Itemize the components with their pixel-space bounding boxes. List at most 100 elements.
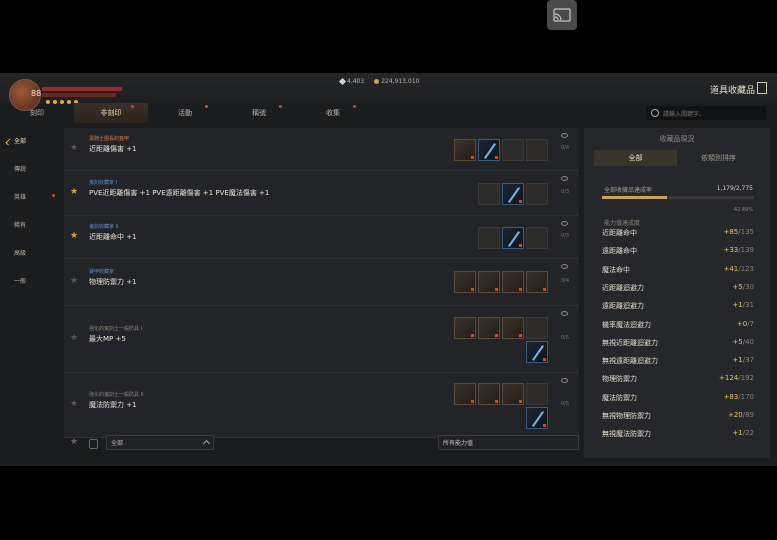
stat-row: 無視近距離迴避力 +5/40 (602, 338, 754, 354)
item-slot[interactable] (526, 183, 548, 205)
item-slot[interactable] (502, 383, 524, 405)
item-slot[interactable] (478, 271, 500, 293)
grade-dropdown[interactable]: 全部 (106, 435, 214, 450)
favorite-star-icon[interactable]: ★ (70, 333, 78, 343)
item-marker (543, 424, 546, 427)
item-slot[interactable] (502, 227, 524, 249)
cast-icon[interactable] (547, 0, 577, 30)
sidebar-item-2[interactable]: 英雄 (0, 184, 60, 212)
item-slot[interactable] (454, 139, 476, 161)
item-slot[interactable] (502, 183, 524, 205)
stat-max: /123 (738, 264, 754, 273)
item-slot[interactable] (478, 183, 500, 205)
tab-label: 收集 (326, 109, 340, 117)
stat-max: /135 (738, 228, 754, 236)
item-slot[interactable] (478, 227, 500, 249)
ability-progress-label: 能力值達成度 (604, 220, 641, 227)
eye-icon[interactable] (561, 378, 568, 383)
stat-row: 魔法命中 +41/123 (602, 265, 754, 281)
collection-row[interactable]: ★ 強化的鬼劍士一般防具 II 魔法防禦力 +1 0/5 (64, 373, 579, 438)
item-slot[interactable] (478, 139, 500, 161)
sidebar-item-5[interactable]: 一般 (0, 268, 60, 296)
stat-added: +83 (723, 392, 739, 401)
stat-max: /170 (738, 392, 754, 401)
favorite-star-icon[interactable]: ★ (70, 399, 78, 409)
tab-3[interactable]: 稱號 (222, 103, 296, 123)
sidebar: 全部 傳說英雄稀有高級一般 (0, 128, 60, 296)
collection-row[interactable]: ★ 鬼劍收藏家 I PVE近距離傷害 +1 PVE遠距離傷害 +1 PVE魔法傷害 … (64, 171, 579, 216)
item-slot[interactable] (526, 341, 548, 363)
favorite-star-icon[interactable]: ★ (70, 143, 78, 153)
tab-1[interactable]: 非刻印 (74, 103, 148, 123)
item-slot[interactable] (454, 317, 476, 339)
tab-0[interactable]: 刻印 (0, 103, 74, 123)
stat-value: +5/40 (732, 338, 754, 346)
collection-row[interactable]: ★ 黑騎士團長的盔甲 近距離傷害 +1 0/4 (64, 128, 579, 171)
stat-max: /139 (738, 246, 754, 255)
stat-added: +1 (732, 301, 743, 310)
panel-title: 收藏品現況 (659, 135, 695, 143)
stat-name: 無視物理防禦力 (602, 412, 651, 420)
item-slot[interactable] (526, 383, 548, 405)
eye-icon[interactable] (561, 264, 568, 269)
stat-value: +1/22 (732, 429, 754, 437)
sidebar-item-label: 英雄 (14, 194, 27, 201)
tab-4[interactable]: 收集 (296, 103, 370, 123)
ability-dropdown[interactable]: 所有能力值 (438, 435, 579, 450)
item-slot[interactable] (502, 317, 524, 339)
sidebar-item-4[interactable]: 高級 (0, 240, 60, 268)
lock-icon[interactable] (89, 439, 98, 449)
grade-value: 全部 (111, 440, 124, 447)
collection-row[interactable]: ★ 鬼劍收藏家 II 近距離命中 +1 0/3 (64, 216, 579, 259)
stat-name: 物理防禦力 (602, 375, 637, 384)
item-slot[interactable] (526, 139, 548, 161)
progress-bar (602, 196, 754, 199)
tab-label: 活動 (178, 109, 192, 117)
item-slot[interactable] (478, 317, 500, 339)
favorite-star-icon[interactable]: ★ (70, 187, 78, 197)
stat-max: /37 (742, 356, 754, 365)
collection-category: 強化的鬼劍士一般防具 II (89, 392, 144, 398)
sidebar-item-0[interactable]: 全部 (0, 128, 60, 156)
sidebar-item-1[interactable]: 傳說 (0, 156, 60, 184)
item-slot[interactable] (454, 271, 476, 293)
eye-icon[interactable] (561, 133, 568, 138)
item-slot[interactable] (526, 227, 548, 249)
eye-icon[interactable] (561, 176, 568, 181)
progress-label: 全部收藏品達成率 (604, 187, 653, 194)
notification-dot (279, 105, 282, 108)
stat-added: +5 (732, 282, 743, 291)
item-marker (495, 288, 498, 291)
item-slot[interactable] (526, 271, 548, 293)
panel-tab-1[interactable]: 依類別排序 (677, 150, 760, 166)
item-slot[interactable] (454, 383, 476, 405)
stat-value: +83/170 (723, 393, 754, 401)
item-slot[interactable] (526, 317, 548, 339)
collection-row[interactable]: ★ 寶甲收藏家 物理防禦力 +1 3/4 (64, 259, 579, 306)
collection-row[interactable]: ★ 強化的鬼劍士一般防具 I 最大MP +5 0/5 (64, 306, 579, 373)
sidebar-item-3[interactable]: 稀有 (0, 212, 60, 240)
stat-value: +5/30 (732, 283, 754, 291)
tab-2[interactable]: 活動 (148, 103, 222, 123)
stat-added: +1 (732, 429, 743, 438)
favorite-star-icon[interactable]: ★ (70, 276, 78, 286)
stat-added: +33 (723, 246, 739, 255)
panel-tab-0[interactable]: 全部 (594, 150, 677, 166)
eye-icon[interactable] (561, 221, 568, 226)
stat-added: +124 (719, 374, 739, 383)
favorite-filter-icon[interactable]: ★ (70, 437, 78, 447)
stat-name: 機率魔法迴避力 (602, 320, 651, 329)
exit-icon[interactable] (757, 82, 767, 94)
item-slot[interactable] (502, 271, 524, 293)
notification-dot (205, 105, 208, 108)
sidebar-item-label: 高級 (14, 250, 27, 257)
item-slot[interactable] (526, 407, 548, 429)
item-slot[interactable] (502, 139, 524, 161)
item-slot[interactable] (478, 383, 500, 405)
stat-max: /7 (747, 319, 754, 328)
eye-icon[interactable] (561, 311, 568, 316)
search-input[interactable]: 請輸入關鍵字。 (646, 106, 766, 120)
favorite-star-icon[interactable]: ★ (70, 231, 78, 241)
filter-bar: ★ 全部 所有能力值 (64, 433, 579, 457)
collection-effect: 近距離命中 +1 (89, 233, 137, 241)
